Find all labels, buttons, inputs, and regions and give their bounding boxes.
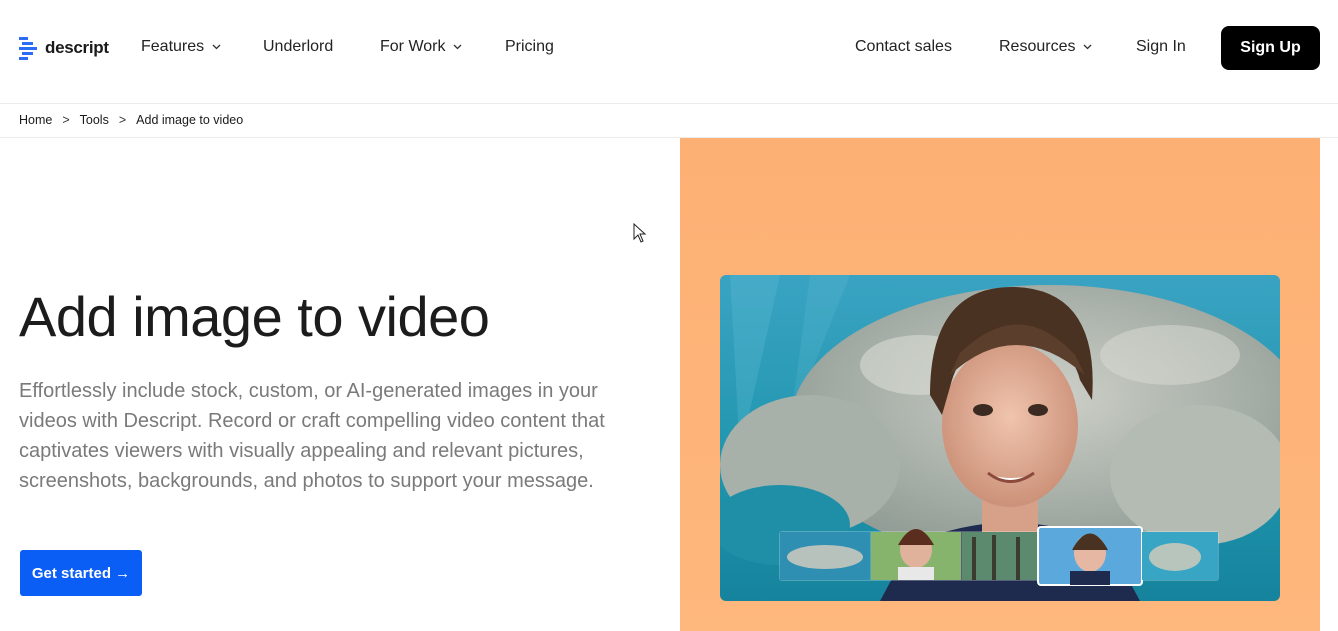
page-title: Add image to video [19, 285, 490, 348]
thumbnail-presenter-green[interactable] [871, 529, 961, 580]
breadcrumb-separator: > [118, 113, 127, 127]
nav-pricing[interactable]: Pricing [505, 38, 554, 56]
nav-pricing-label: Pricing [505, 38, 554, 55]
nav-underlord-label: Underlord [263, 38, 334, 55]
chevron-down-icon [454, 44, 462, 50]
nav-contact-sales[interactable]: Contact sales [855, 38, 952, 56]
nav-features-label: Features [141, 38, 205, 55]
breadcrumb: Home > Tools > Add image to video [19, 113, 243, 127]
nav-contact-sales-label: Contact sales [855, 38, 952, 55]
nav-sign-in[interactable]: Sign In [1136, 38, 1186, 56]
breadcrumb-home[interactable]: Home [19, 113, 52, 127]
nav-sign-in-label: Sign In [1136, 38, 1186, 55]
breadcrumb-current: Add image to video [136, 113, 244, 127]
chevron-down-icon [212, 44, 221, 50]
descript-logo-icon [19, 37, 37, 60]
thumbnail-forest[interactable] [962, 532, 1038, 580]
get-started-button[interactable]: Get started → [20, 550, 142, 596]
thumbnail-strip [779, 526, 1219, 586]
thumbnail-manatee-2[interactable] [1142, 532, 1218, 580]
mouse-cursor-icon [633, 223, 647, 243]
breadcrumb-separator: > [62, 113, 70, 127]
nav-underlord[interactable]: Underlord [263, 38, 333, 56]
thumbnail-manatee[interactable] [780, 532, 870, 580]
brand-logo[interactable]: descript [19, 36, 109, 60]
nav-for-work-label: For Work [380, 38, 446, 55]
hero-video-preview[interactable] [720, 275, 1280, 601]
breadcrumb-tools[interactable]: Tools [80, 113, 109, 127]
breadcrumb-bar: Home > Tools > Add image to video [0, 104, 1338, 138]
thumbnail-presenter-selected[interactable] [1037, 526, 1143, 586]
sign-up-button[interactable]: Sign Up [1221, 26, 1320, 70]
chevron-down-icon [1084, 44, 1092, 50]
nav-resources[interactable]: Resources [999, 38, 1092, 56]
nav-for-work[interactable]: For Work [380, 38, 462, 56]
site-header: descript Features Underlord For Work Pri… [0, 0, 1338, 104]
nav-resources-label: Resources [999, 38, 1076, 55]
hero-description: Effortlessly include stock, custom, or A… [19, 380, 605, 492]
brand-name: descript [45, 38, 109, 57]
nav-features[interactable]: Features [141, 38, 221, 56]
